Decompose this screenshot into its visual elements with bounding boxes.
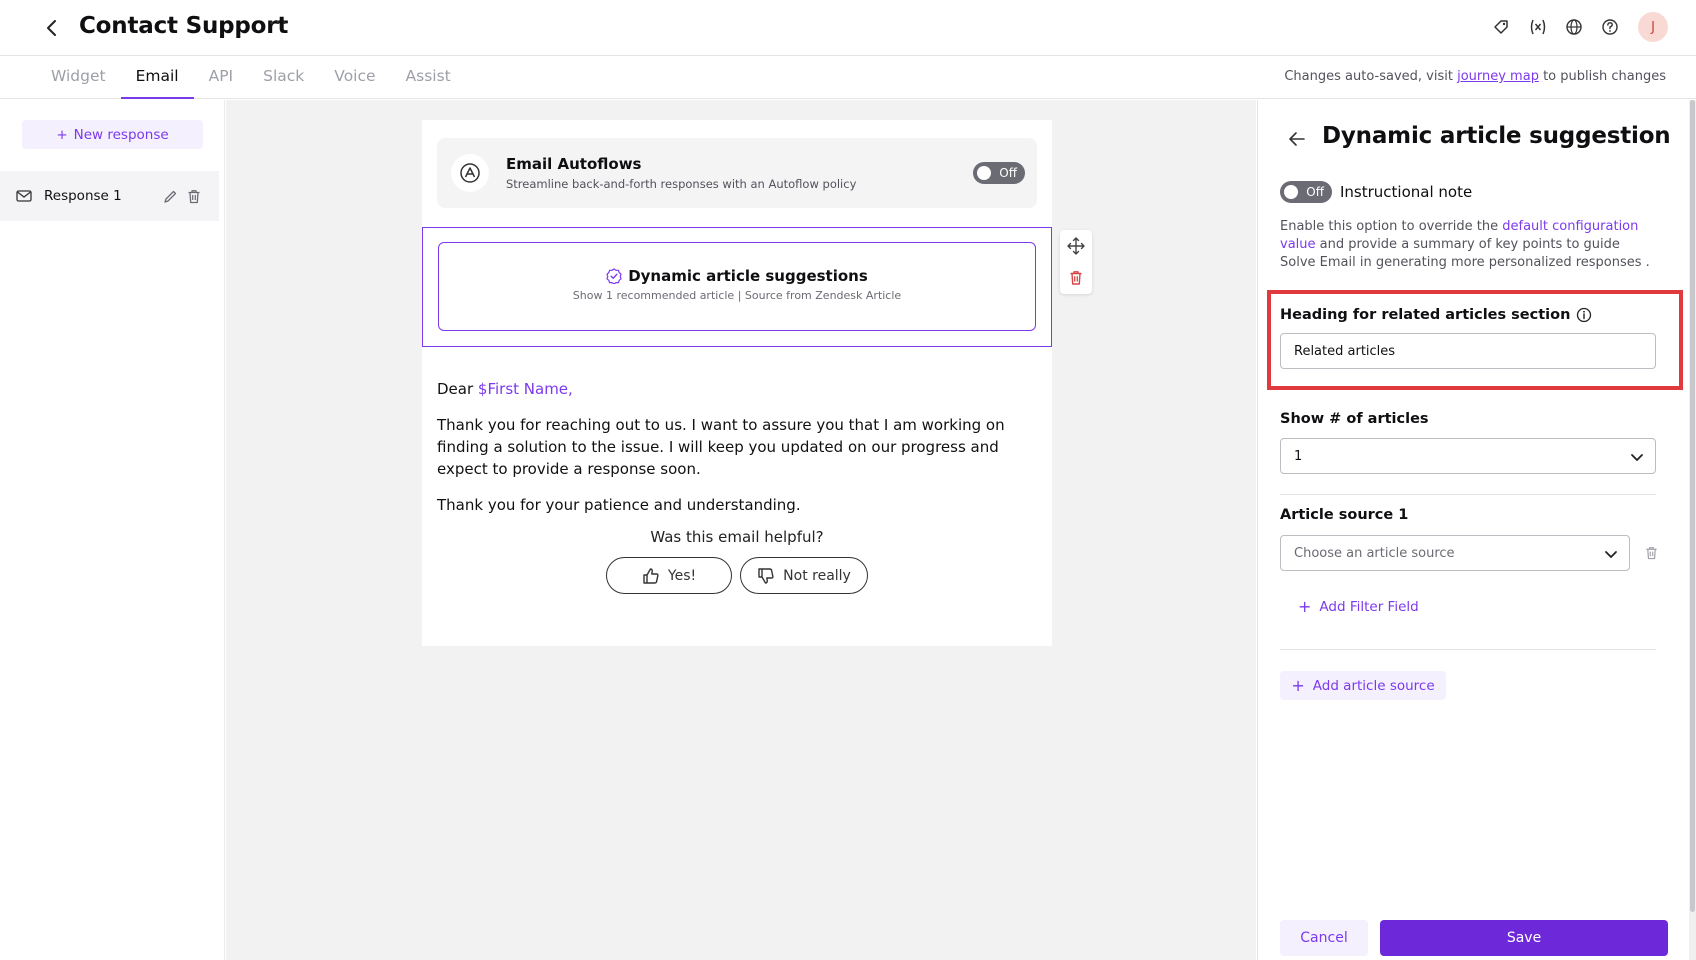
delete-source-button[interactable] bbox=[1640, 542, 1662, 564]
save-button[interactable]: Save bbox=[1380, 920, 1668, 956]
edit-icon[interactable] bbox=[159, 185, 181, 207]
greeting-text: Dear bbox=[437, 380, 478, 398]
heading-input[interactable]: Related articles bbox=[1280, 333, 1656, 369]
article-count-select[interactable]: 1 bbox=[1280, 438, 1656, 474]
chevron-down-icon bbox=[1631, 454, 1643, 461]
yes-button[interactable]: Yes! bbox=[606, 557, 732, 594]
add-source-label: Add article source bbox=[1312, 677, 1435, 694]
help-icon[interactable] bbox=[1598, 15, 1622, 39]
not-really-button[interactable]: Not really bbox=[740, 557, 868, 594]
globe-icon[interactable] bbox=[1562, 15, 1586, 39]
responses-sidebar: + New response Response 1 bbox=[0, 100, 225, 960]
tag-icon[interactable] bbox=[1490, 15, 1514, 39]
autosave-suffix: to publish changes bbox=[1538, 69, 1666, 84]
das-title-row: Dynamic article suggestions bbox=[439, 267, 1035, 285]
page-title: Contact Support bbox=[79, 13, 289, 39]
first-name-variable[interactable]: $First Name bbox=[478, 380, 568, 398]
note-desc-prefix: Enable this option to override the bbox=[1280, 219, 1503, 234]
yes-label: Yes! bbox=[667, 567, 697, 584]
email-autoflows-box: Email Autoflows Streamline back-and-fort… bbox=[437, 138, 1037, 208]
top-bar: Contact Support ··· J bbox=[0, 0, 1696, 56]
chevron-left-icon bbox=[47, 20, 56, 36]
dynamic-article-inner: Dynamic article suggestions Show 1 recom… bbox=[438, 242, 1036, 331]
chevron-down-icon bbox=[1605, 551, 1617, 558]
arrow-left-icon bbox=[1289, 132, 1305, 146]
autoflow-icon bbox=[451, 154, 489, 192]
heading-field-label: Heading for related articles section bbox=[1280, 307, 1592, 323]
greeting-line: Dear $First Name, bbox=[437, 378, 1042, 400]
channel-tab-bar: Widget Email API Slack Voice Assist Chan… bbox=[0, 56, 1696, 99]
settings-panel: Dynamic article suggestion Off Instructi… bbox=[1257, 100, 1689, 960]
journey-map-link[interactable]: journey map bbox=[1457, 69, 1539, 84]
autoflow-toggle[interactable]: Off bbox=[973, 162, 1025, 184]
autosave-notice: Changes auto-saved, visit journey map to… bbox=[1284, 69, 1666, 84]
add-filter-label: Add Filter Field bbox=[1319, 598, 1419, 615]
block-tools bbox=[1060, 230, 1092, 294]
tab-api[interactable]: API bbox=[194, 56, 249, 99]
add-article-source-button[interactable]: + Add article source bbox=[1280, 671, 1446, 700]
mail-icon bbox=[16, 190, 32, 202]
plus-icon: + bbox=[1291, 676, 1305, 695]
instructional-note-toggle[interactable]: Off bbox=[1280, 181, 1332, 203]
delete-block-button[interactable] bbox=[1060, 262, 1092, 294]
email-body: Dear $First Name, Thank you for reaching… bbox=[437, 378, 1042, 530]
panel-title: Dynamic article suggestion bbox=[1322, 123, 1671, 149]
article-source-select[interactable]: Choose an article source bbox=[1280, 535, 1630, 571]
dynamic-article-block[interactable]: Dynamic article suggestions Show 1 recom… bbox=[422, 227, 1052, 347]
sidebar-item-response-1[interactable]: Response 1 bbox=[0, 171, 219, 221]
article-count-value: 1 bbox=[1294, 448, 1303, 464]
plus-icon: + bbox=[1298, 597, 1312, 616]
das-subtitle: Show 1 recommended article | Source from… bbox=[572, 289, 902, 302]
instructional-note-label: Instructional note bbox=[1340, 183, 1473, 201]
source-field-label: Article source 1 bbox=[1280, 507, 1409, 523]
note-desc-suffix: and provide a summary of key points to g… bbox=[1280, 237, 1650, 270]
count-field-label: Show # of articles bbox=[1280, 411, 1429, 427]
add-filter-field-button[interactable]: + Add Filter Field bbox=[1298, 597, 1419, 616]
top-icons: J bbox=[1490, 12, 1668, 42]
email-paragraph-1: Thank you for reaching out to us. I want… bbox=[437, 416, 1005, 478]
das-title: Dynamic article suggestions bbox=[628, 267, 868, 285]
email-canvas: Email Autoflows Streamline back-and-fort… bbox=[226, 100, 1256, 960]
panel-scrollbar[interactable] bbox=[1689, 100, 1696, 960]
trash-icon bbox=[1645, 547, 1657, 560]
variable-icon[interactable] bbox=[1526, 15, 1550, 39]
scrollbar-thumb[interactable] bbox=[1690, 100, 1695, 912]
autoflow-subtitle: Streamline back-and-forth responses with… bbox=[506, 177, 857, 191]
back-button[interactable] bbox=[36, 12, 68, 44]
helpful-question: Was this email helpful? bbox=[650, 528, 824, 546]
tab-voice[interactable]: Voice bbox=[319, 56, 390, 99]
email-preview-card: Email Autoflows Streamline back-and-fort… bbox=[422, 120, 1052, 646]
user-avatar[interactable]: J bbox=[1638, 12, 1668, 42]
tab-slack[interactable]: Slack bbox=[248, 56, 319, 99]
panel-back-button[interactable] bbox=[1284, 126, 1310, 152]
divider bbox=[1280, 649, 1656, 650]
verified-badge-icon bbox=[606, 268, 622, 284]
sidebar-item-label: Response 1 bbox=[44, 188, 122, 204]
article-source-placeholder: Choose an article source bbox=[1294, 545, 1455, 561]
new-response-label: New response bbox=[73, 126, 169, 143]
tab-email[interactable]: Email bbox=[120, 56, 194, 99]
thumbs-down-icon bbox=[758, 567, 774, 584]
plus-icon: + bbox=[56, 126, 68, 143]
thumbs-up-icon bbox=[643, 567, 659, 584]
move-handle[interactable] bbox=[1060, 230, 1092, 262]
heading-label-text: Heading for related articles section bbox=[1280, 307, 1571, 323]
divider bbox=[1280, 494, 1656, 495]
trash-icon bbox=[1070, 271, 1082, 285]
instructional-note-description: Enable this option to override the defau… bbox=[1280, 218, 1650, 272]
feedback-buttons: Yes! Not really bbox=[422, 557, 1052, 594]
not-really-label: Not really bbox=[783, 567, 851, 584]
tab-widget[interactable]: Widget bbox=[36, 56, 121, 99]
trash-icon[interactable] bbox=[183, 185, 205, 207]
info-icon[interactable] bbox=[1576, 307, 1592, 323]
new-response-button[interactable]: + New response bbox=[22, 120, 203, 149]
tab-assist[interactable]: Assist bbox=[391, 56, 466, 99]
more-options-button[interactable]: ··· bbox=[266, 10, 290, 40]
cancel-button[interactable]: Cancel bbox=[1280, 920, 1368, 956]
autosave-prefix: Changes auto-saved, visit bbox=[1284, 69, 1458, 84]
autoflow-title: Email Autoflows bbox=[506, 155, 642, 173]
email-paragraph-2: Thank you for your patience and understa… bbox=[437, 496, 801, 514]
greeting-comma: , bbox=[568, 380, 573, 398]
move-icon bbox=[1067, 237, 1085, 255]
